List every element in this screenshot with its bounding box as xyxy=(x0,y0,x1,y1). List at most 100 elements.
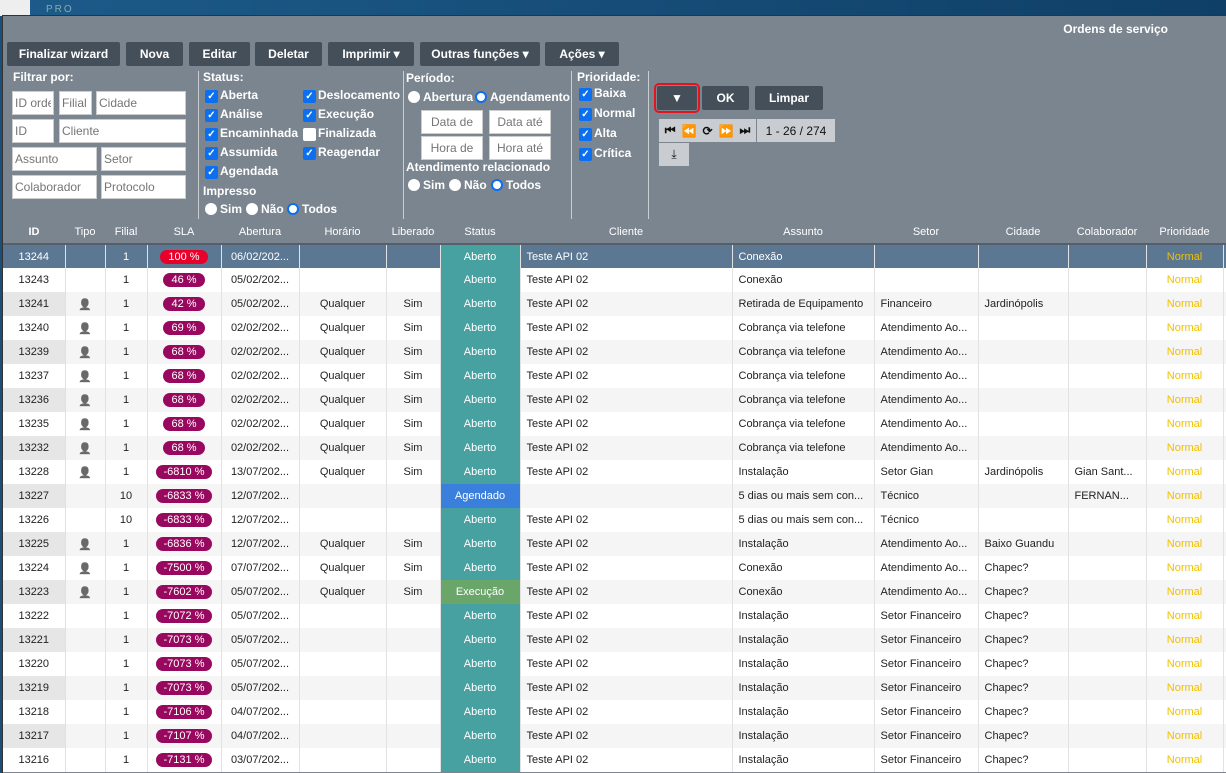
column-header-filial[interactable]: Filial xyxy=(105,220,147,245)
status-checkbox-encaminhada[interactable]: ✓ Encaminhada xyxy=(205,124,298,141)
refresh-icon[interactable]: ⟳ xyxy=(702,124,712,138)
cell-horário: Qualquer xyxy=(299,316,387,340)
last-page-icon[interactable]: ⏭ xyxy=(739,123,750,138)
cell-status: Aberto xyxy=(440,556,521,580)
setor-input[interactable] xyxy=(101,147,186,171)
atendimento-radio-1[interactable]: Não xyxy=(449,178,487,192)
table-row[interactable]: 13224 👤 1 -7500 % 07/07/202... Qualquer Sim Abe… xyxy=(3,556,1226,580)
finalizar-wizard-button[interactable]: Finalizar wizard xyxy=(7,42,120,66)
impresso-radio-1[interactable]: Não xyxy=(246,202,284,216)
outras-funcoes-dropdown[interactable]: Outras funções ▾ xyxy=(420,42,540,66)
impresso-radio-2[interactable]: Todos xyxy=(287,202,337,216)
status-checkbox-execução[interactable]: ✓ Execução xyxy=(303,105,374,122)
cell-id: 13237 xyxy=(3,364,66,388)
table-row[interactable]: 13240 👤 1 69 % 02/02/202... Qualquer Sim Aberto… xyxy=(3,316,1226,340)
column-header-cidade[interactable]: Cidade xyxy=(978,220,1068,245)
table-row[interactable]: 13223 👤 1 -7602 % 05/07/202... Qualquer Sim Exe… xyxy=(3,580,1226,604)
editar-button[interactable]: Editar xyxy=(189,42,250,66)
filter-button[interactable]: ▼ xyxy=(654,83,700,113)
cliente-input[interactable] xyxy=(59,119,186,143)
column-header-prioridade[interactable]: Prioridade xyxy=(1146,220,1223,245)
cell-assunto: Conexão xyxy=(732,556,875,580)
data-ate-input[interactable] xyxy=(489,110,551,134)
table-row[interactable]: 13227 10 -6833 % 12/07/202... Agendado 5 dias… xyxy=(3,484,1226,508)
status-checkbox-finalizada[interactable]: Finalizada xyxy=(303,124,376,141)
cell-abertura: 02/02/202... xyxy=(221,412,300,436)
table-row[interactable]: 13239 👤 1 68 % 02/02/202... Qualquer Sim Aberto… xyxy=(3,340,1226,364)
id-input[interactable] xyxy=(12,119,54,143)
cell-colaborador xyxy=(1068,676,1147,700)
cell-horário: Qualquer xyxy=(299,388,387,412)
table-row[interactable]: 13244 1 100 % 06/02/202... Aberto Teste API 0… xyxy=(3,244,1226,268)
table-row[interactable]: 13237 👤 1 68 % 02/02/202... Qualquer Sim Aberto… xyxy=(3,364,1226,388)
status-checkbox-aberta[interactable]: ✓ Aberta xyxy=(205,86,258,103)
prioridade-checkbox-1[interactable]: ✓ Normal xyxy=(579,104,635,121)
acoes-dropdown[interactable]: Ações ▾ xyxy=(545,42,619,66)
cell-assunto: Cobrança via telefone xyxy=(732,412,875,436)
table-row[interactable]: 13243 1 46 % 05/02/202... Aberto Teste API 02… xyxy=(3,268,1226,292)
table-row[interactable]: 13235 👤 1 68 % 02/02/202... Qualquer Sim Aberto… xyxy=(3,412,1226,436)
table-row[interactable]: 13218 1 -7106 % 04/07/202... Aberto Teste API… xyxy=(3,700,1226,724)
status-checkbox-deslocamento[interactable]: ✓ Deslocamento xyxy=(303,86,400,103)
nova-button[interactable]: Nova xyxy=(126,42,183,66)
id-order-input[interactable] xyxy=(12,91,54,115)
download-button[interactable]: ⤓ xyxy=(659,143,689,166)
column-header-cliente[interactable]: Cliente xyxy=(520,220,732,245)
column-header-tipo[interactable]: Tipo xyxy=(65,220,105,245)
table-row[interactable]: 13225 👤 1 -6836 % 12/07/202... Qualquer Sim Abe… xyxy=(3,532,1226,556)
periodo-radio-1[interactable]: Agendamento xyxy=(475,90,570,104)
table-row[interactable]: 13221 1 -7073 % 05/07/202... Aberto Teste API… xyxy=(3,628,1226,652)
prioridade-checkbox-3[interactable]: ✓ Crítica xyxy=(579,144,631,161)
status-checkbox-assumida[interactable]: ✓ Assumida xyxy=(205,143,277,160)
radio-label: Sim xyxy=(423,178,446,192)
periodo-radio-0[interactable]: Abertura xyxy=(408,90,473,104)
atendimento-radio-2[interactable]: Todos xyxy=(491,178,541,192)
column-header-horário[interactable]: Horário xyxy=(299,220,386,245)
table-row[interactable]: 13236 👤 1 68 % 02/02/202... Qualquer Sim Aberto… xyxy=(3,388,1226,412)
column-header-abertura[interactable]: Abertura xyxy=(221,220,299,245)
cell-cidade: Jardinópolis xyxy=(978,292,1069,316)
cell-setor: Financeiro xyxy=(874,292,979,316)
protocolo-input[interactable] xyxy=(101,175,186,199)
data-de-input[interactable] xyxy=(421,110,483,134)
impresso-radio-0[interactable]: Sim xyxy=(205,202,242,216)
table-row[interactable]: 13232 👤 1 68 % 02/02/202... Qualquer Sim Aberto… xyxy=(3,436,1226,460)
deletar-button[interactable]: Deletar xyxy=(255,42,322,66)
column-header-sla[interactable]: SLA xyxy=(147,220,221,245)
column-header-colaborador[interactable]: Colaborador xyxy=(1068,220,1146,245)
column-header-assunto[interactable]: Assunto xyxy=(732,220,874,245)
table-row[interactable]: 13217 1 -7107 % 04/07/202... Aberto Teste API… xyxy=(3,724,1226,748)
status-checkbox-reagendar[interactable]: ✓ Reagendar xyxy=(303,143,380,160)
table-row[interactable]: 13219 1 -7073 % 05/07/202... Aberto Teste API… xyxy=(3,676,1226,700)
table-row[interactable]: 13226 10 -6833 % 12/07/202... Aberto Teste AP… xyxy=(3,508,1226,532)
column-header-status[interactable]: Status xyxy=(440,220,520,245)
table-row[interactable]: 13222 1 -7072 % 05/07/202... Aberto Teste API… xyxy=(3,604,1226,628)
cell-abertura: 05/07/202... xyxy=(221,676,300,700)
limpar-button[interactable]: Limpar xyxy=(755,86,823,110)
status-checkbox-agendada[interactable]: ✓ Agendada xyxy=(205,162,278,179)
filial-input[interactable] xyxy=(59,91,92,115)
table-row[interactable]: 13220 1 -7073 % 05/07/202... Aberto Teste API… xyxy=(3,652,1226,676)
status-checkbox-análise[interactable]: ✓ Análise xyxy=(205,105,263,122)
prioridade-checkbox-0[interactable]: ✓ Baixa xyxy=(579,84,626,101)
table-row[interactable]: 13241 👤 1 42 % 05/02/202... Qualquer Sim Aberto… xyxy=(3,292,1226,316)
table-row[interactable]: 13216 1 -7131 % 03/07/202... Aberto Teste API… xyxy=(3,748,1226,772)
table-row[interactable]: 13228 👤 1 -6810 % 13/07/202... Qualquer Sim Abe… xyxy=(3,460,1226,484)
cell-id: 13216 xyxy=(3,748,66,772)
imprimir-dropdown[interactable]: Imprimir ▾ xyxy=(328,42,414,66)
hora-ate-input[interactable] xyxy=(489,136,551,160)
atendimento-radio-0[interactable]: Sim xyxy=(408,178,445,192)
cell-cidade xyxy=(978,412,1069,436)
column-header-setor[interactable]: Setor xyxy=(874,220,978,245)
assunto-input[interactable] xyxy=(12,147,97,171)
column-header-id[interactable]: ID xyxy=(3,220,65,245)
hora-de-input[interactable] xyxy=(421,136,483,160)
prioridade-checkbox-2[interactable]: ✓ Alta xyxy=(579,124,617,141)
first-page-icon[interactable]: ⏮ xyxy=(665,123,676,138)
colaborador-input[interactable] xyxy=(12,175,97,199)
cidade-input[interactable] xyxy=(96,91,186,115)
prev-page-icon[interactable]: ⏪ xyxy=(682,124,697,138)
ok-button[interactable]: OK xyxy=(702,86,749,110)
next-page-icon[interactable]: ⏩ xyxy=(719,124,734,138)
column-header-liberado[interactable]: Liberado xyxy=(386,220,440,245)
